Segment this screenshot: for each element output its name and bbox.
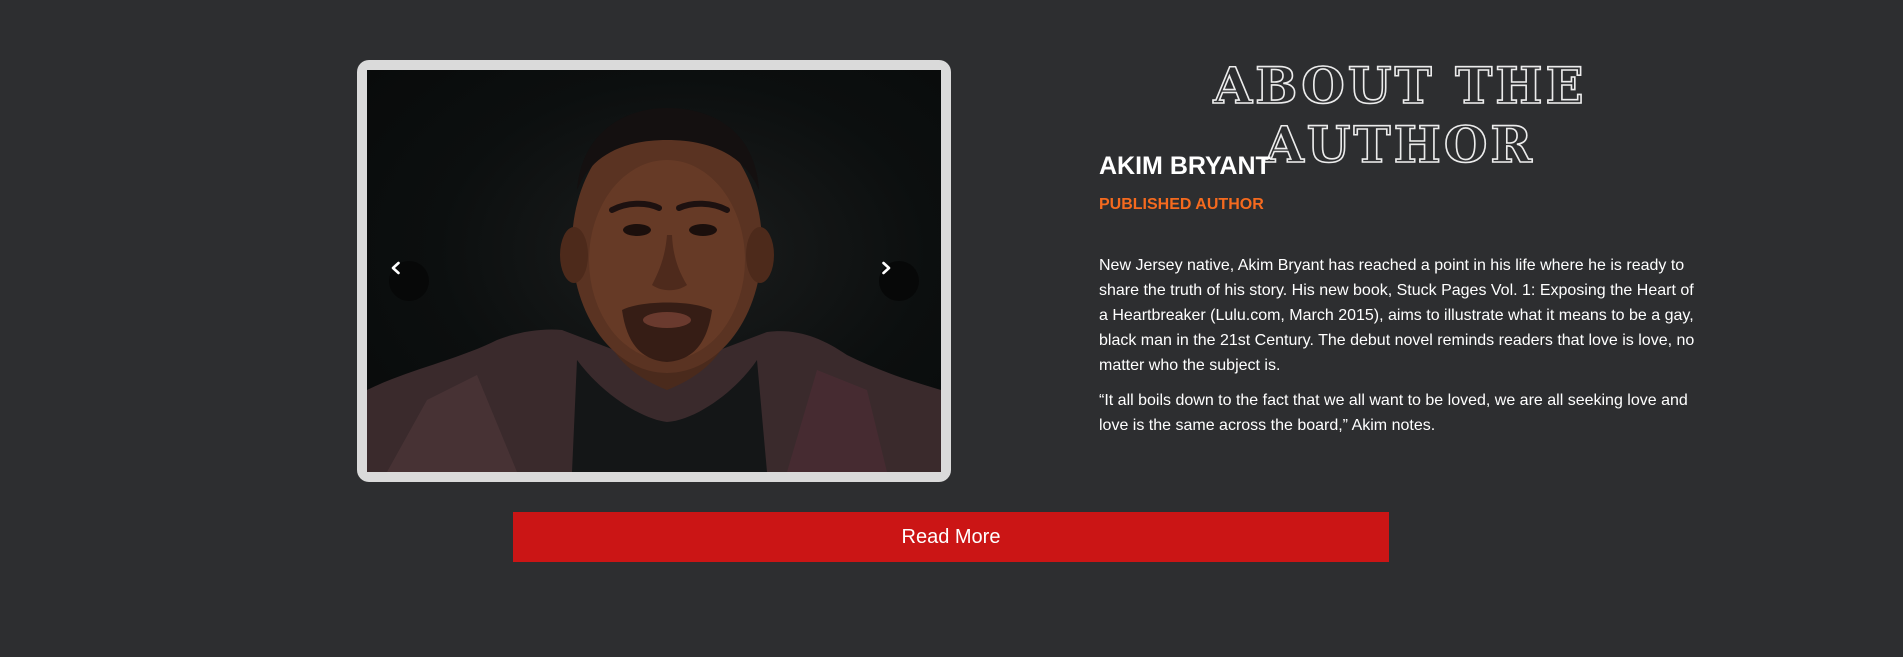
read-more-button[interactable]: Read More <box>513 512 1389 562</box>
author-bio: New Jersey native, Akim Bryant has reach… <box>1099 253 1699 448</box>
slider-prev-button[interactable] <box>389 261 429 301</box>
bio-paragraph: New Jersey native, Akim Bryant has reach… <box>1099 257 1695 374</box>
author-photo <box>367 70 941 472</box>
slider-next-button[interactable] <box>879 261 919 301</box>
about-author-section: ABOUT THE AUTHOR AKIM BRYANT PUBLISHED A… <box>0 0 1903 657</box>
author-role: PUBLISHED AUTHOR <box>1099 196 1264 213</box>
author-photo-slider <box>357 60 951 482</box>
chevron-right-icon <box>882 261 891 275</box>
chevron-left-icon <box>391 261 400 275</box>
bio-quote: “It all boils down to the fact that we a… <box>1099 392 1688 434</box>
author-name: AKIM BRYANT <box>1099 152 1271 180</box>
author-portrait-illustration <box>367 108 941 472</box>
